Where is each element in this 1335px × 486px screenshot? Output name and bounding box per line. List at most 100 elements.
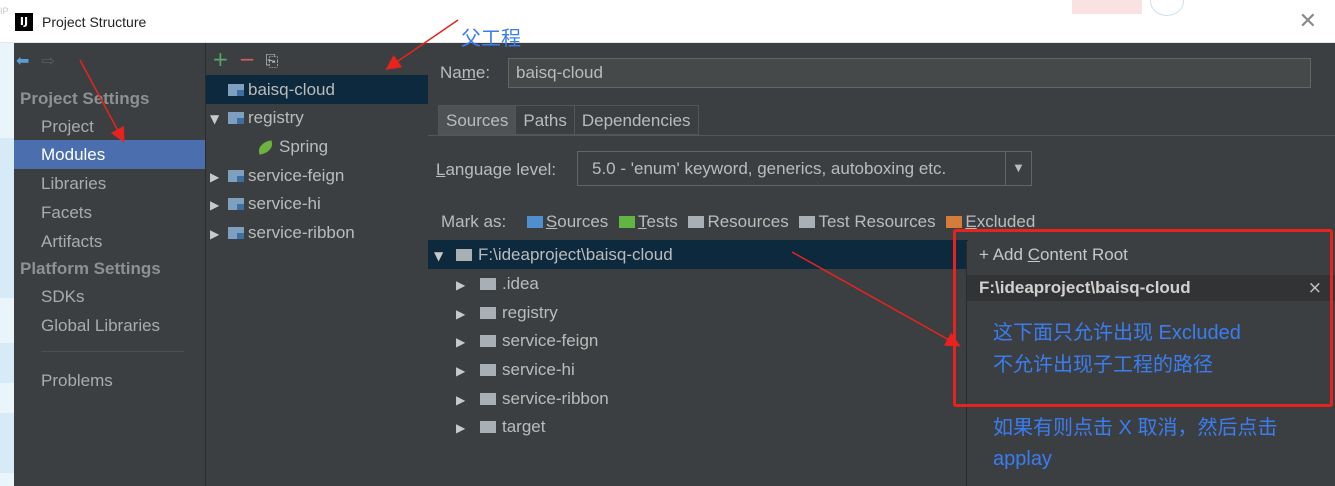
dropdown-arrow-icon[interactable]: ▼ [1005,152,1031,185]
copy-module-button[interactable]: ⎘ [266,51,279,70]
back-arrow-icon[interactable]: ⬅ [16,51,29,70]
mark-as-bar: Mark as: Sources Tests Resources Test Re… [441,212,1035,232]
annotation-note-line1: 这下面只允许出现 Excluded [993,322,1241,344]
expand-right-icon[interactable]: ▶ [206,163,228,192]
section-project-settings: Project Settings [20,89,150,108]
sidebar-item-modules[interactable]: Modules [14,140,205,169]
mark-tests-button[interactable]: Tests [613,212,678,231]
settings-sidebar: ⬅ ⇨ Project Settings Project Modules Libr… [14,43,205,486]
expand-right-icon[interactable]: ▶ [456,414,480,443]
tests-folder-icon [619,216,636,228]
module-label: service-hi [248,194,321,213]
module-tree-item-registry[interactable]: ▼ registry [206,103,304,132]
mark-sources-button[interactable]: Sources [526,212,609,231]
sidebar-item-project[interactable]: Project [41,117,94,137]
content-tree-label: .idea [502,274,539,293]
folder-icon [480,421,496,433]
sidebar-item-libraries[interactable]: Libraries [41,174,106,194]
excluded-folder-icon [946,216,963,228]
language-level-label: Language level: [436,160,556,180]
folder-icon [480,278,496,290]
module-folder-icon [228,227,244,239]
test-resources-folder-icon [799,216,816,228]
content-tree-root[interactable]: ▼ F:\ideaproject\baisq-cloud [428,240,968,269]
language-level-select[interactable]: 5.0 - 'enum' keyword, generics, autoboxi… [577,151,1032,186]
navigation-arrows: ⬅ ⇨ [16,51,55,70]
mark-sources-label: ources [557,212,609,231]
background-logo-text: IP [0,6,9,16]
name-label-mnemonic: m [461,63,476,82]
sources-folder-icon [526,216,543,228]
tab-sources[interactable]: Sources [438,105,516,135]
modules-toolbar: + − ⎘ [212,47,278,71]
name-label-text: Na [440,63,462,82]
modules-panel: + − ⎘ baisq-cloud ▼ registry Spring ▶ servic… [205,43,428,486]
content-tree-item[interactable]: ▶ registry [456,298,558,327]
content-tree-item[interactable]: ▶ service-hi [456,355,575,384]
sidebar-divider [41,351,184,352]
expand-right-icon[interactable]: ▶ [206,191,228,220]
module-folder-icon [228,198,244,210]
module-folder-icon [228,84,244,96]
content-tree-item[interactable]: ▶ service-ribbon [456,384,609,413]
module-tree-item-spring[interactable]: Spring [256,132,329,161]
sidebar-item-facets[interactable]: Facets [41,203,92,223]
module-tree-item-baisq-cloud[interactable]: baisq-cloud [206,75,428,104]
module-tree-item-service-hi[interactable]: ▶ service-hi [206,189,321,218]
content-tree-label: service-feign [502,331,599,350]
section-platform-settings: Platform Settings [20,259,161,278]
content-tree-label: F:\ideaproject\baisq-cloud [478,245,673,264]
module-tree-item-service-feign[interactable]: ▶ service-feign [206,161,344,190]
expand-right-icon[interactable]: ▶ [456,386,480,415]
mark-as-label: Mark as: [441,212,507,231]
remove-module-button[interactable]: − [239,47,256,71]
title-bar: IP IJ Project Structure ✕ [0,0,1335,43]
mark-test-resources-label: Test Resources [818,212,936,231]
content-tree-label: service-hi [502,360,575,379]
resources-folder-icon [688,216,705,228]
background-decoration [1072,0,1142,14]
annotation-parent-project: 父工程 [461,28,521,50]
facet-label: Spring [279,137,329,156]
expand-right-icon[interactable]: ▶ [456,271,480,300]
add-module-button[interactable]: + [212,47,229,71]
name-label: Name: [440,63,490,83]
annotation-note-line2: 不允许出现子工程的路径 [993,354,1213,376]
mark-test-resources-button[interactable]: Test Resources [793,212,936,231]
module-label: service-ribbon [248,223,355,242]
mark-sources-mnemonic: S [545,212,558,231]
sidebar-item-sdks[interactable]: SDKs [41,287,84,307]
annotation-note-line4: applay [993,448,1052,470]
folder-icon [480,335,496,347]
mark-resources-button[interactable]: Resources [682,212,789,231]
expand-right-icon[interactable]: ▶ [456,300,480,329]
module-label: registry [248,108,304,127]
module-tree-item-service-ribbon[interactable]: ▶ service-ribbon [206,218,355,247]
sidebar-item-global-libraries[interactable]: Global Libraries [41,316,160,336]
tab-dependencies[interactable]: Dependencies [573,105,699,135]
background-decoration [0,343,14,383]
sidebar-item-problems[interactable]: Problems [41,371,113,391]
content-tree-item[interactable]: ▶ service-feign [456,326,598,355]
expand-right-icon[interactable]: ▶ [456,328,480,357]
background-decoration [0,138,14,298]
content-tree-label: registry [502,303,558,322]
module-name-input[interactable]: baisq-cloud [508,58,1311,88]
background-decoration [0,413,14,473]
window-title: Project Structure [42,14,147,30]
forward-arrow-icon[interactable]: ⇨ [41,51,54,70]
expand-right-icon[interactable]: ▶ [456,357,480,386]
content-tree-item[interactable]: ▶ target [456,412,545,441]
module-label: baisq-cloud [248,80,335,99]
folder-icon [456,249,472,261]
folder-icon [480,364,496,376]
module-folder-icon [228,112,244,124]
content-tree-item[interactable]: ▶ .idea [456,269,539,298]
expand-right-icon[interactable]: ▶ [206,220,228,249]
expand-down-icon[interactable]: ▼ [206,105,228,134]
close-window-icon[interactable]: ✕ [1299,9,1317,34]
sidebar-item-artifacts[interactable]: Artifacts [41,232,102,252]
tab-paths[interactable]: Paths [515,105,574,135]
expand-down-icon[interactable]: ▼ [428,242,456,271]
background-strip [0,43,14,486]
